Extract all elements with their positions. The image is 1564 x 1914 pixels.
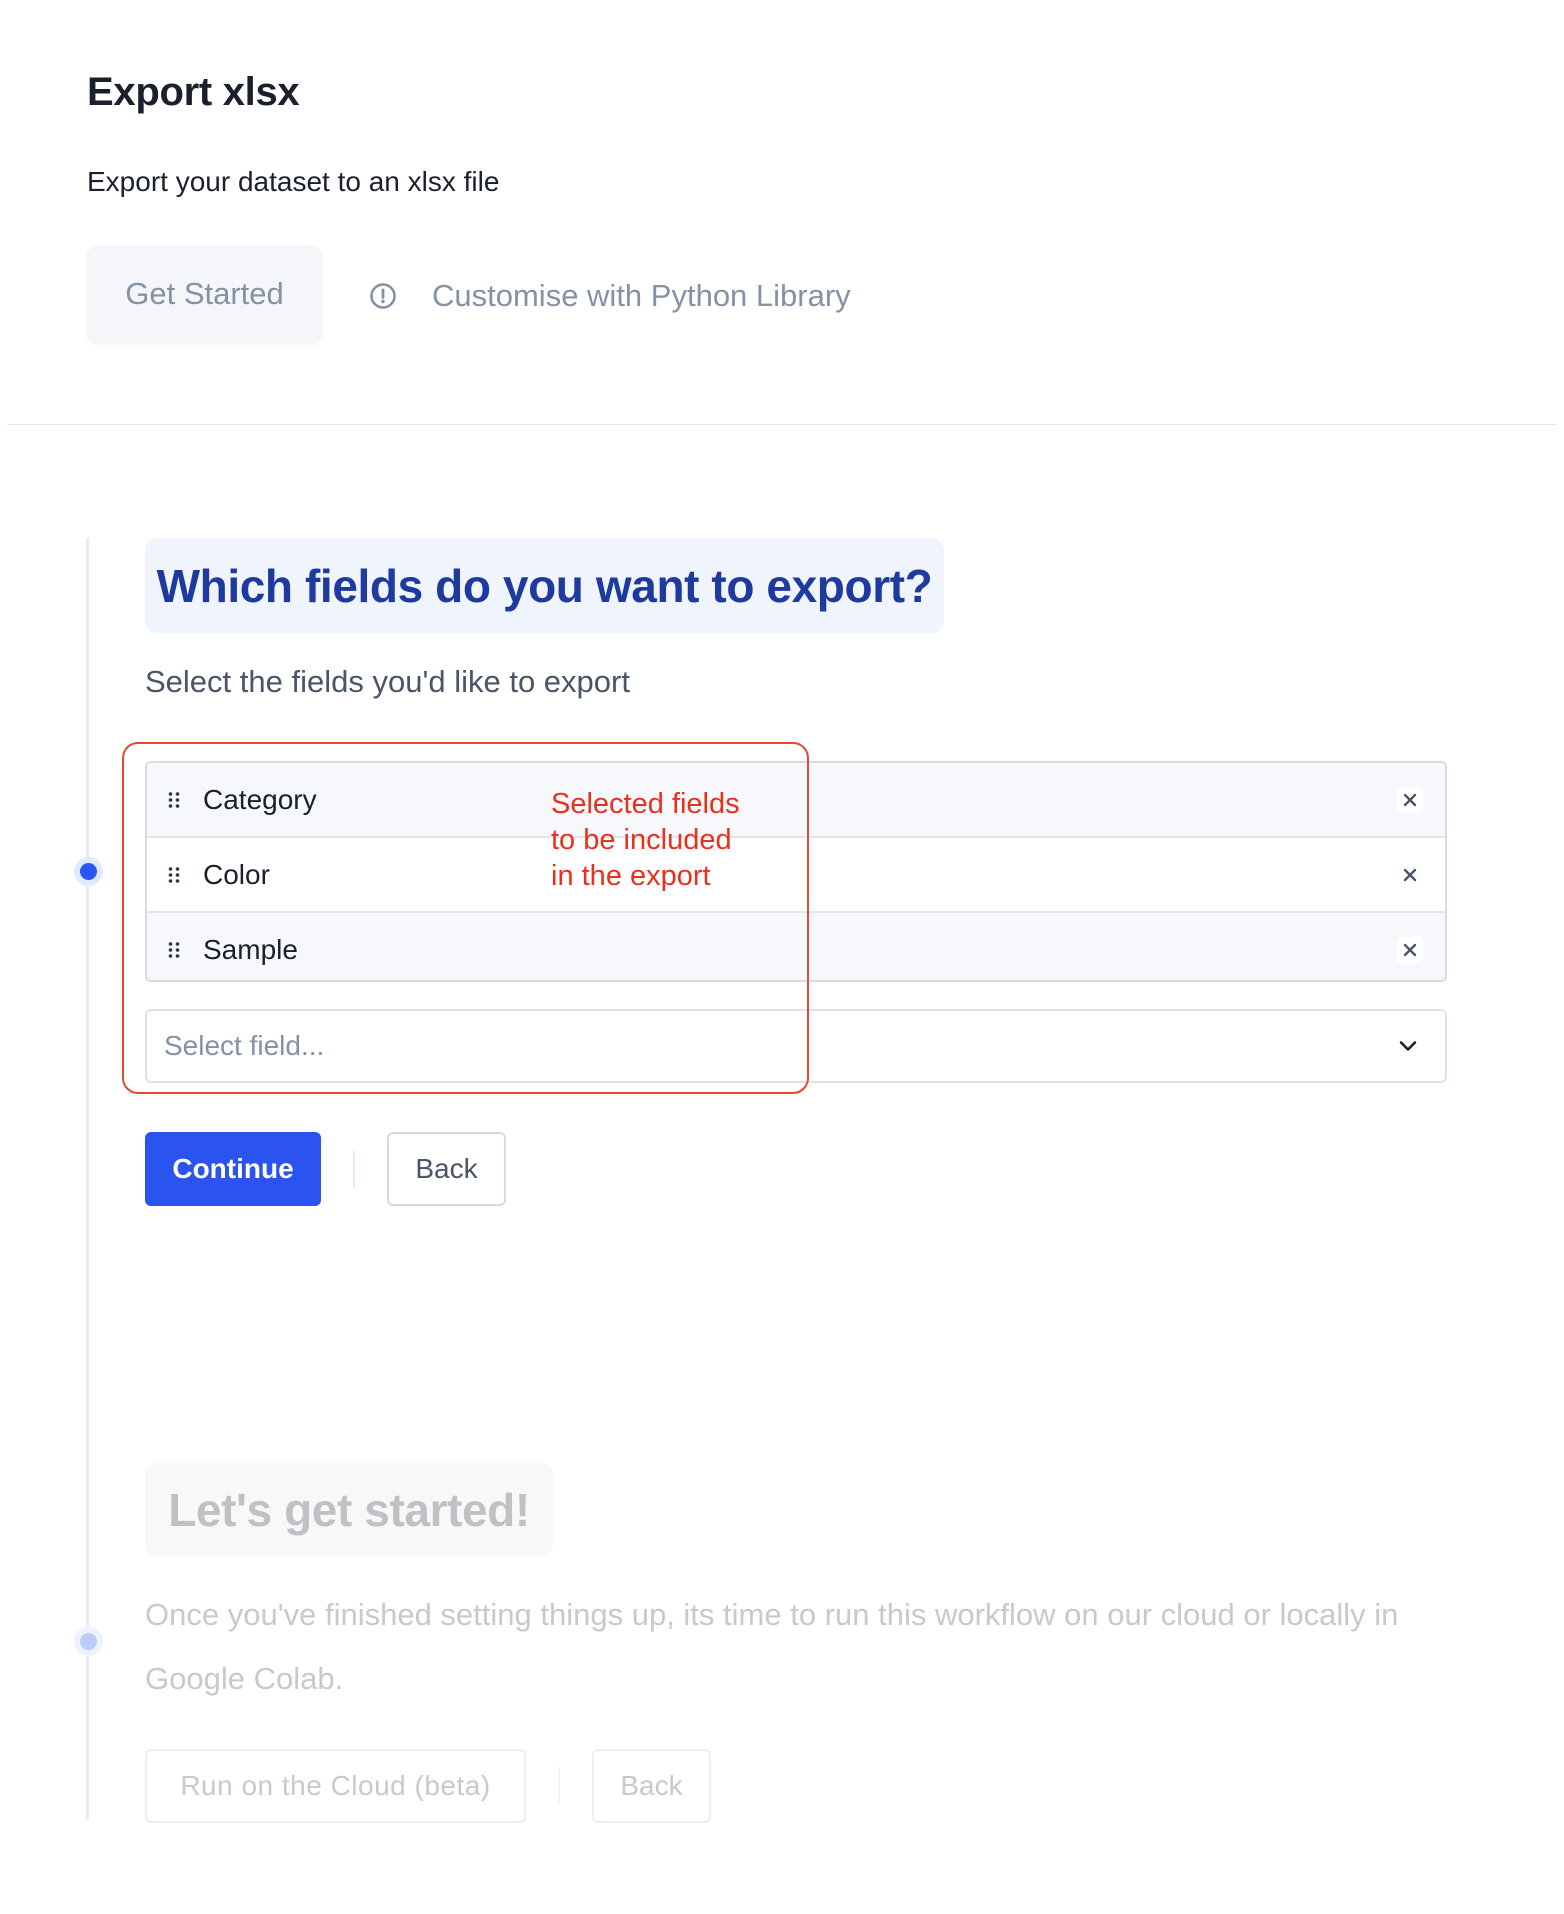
selected-field-label: Sample bbox=[203, 933, 298, 965]
back-button[interactable]: Back bbox=[387, 1132, 506, 1206]
drag-handle-icon[interactable] bbox=[167, 790, 181, 810]
tab-customise-python[interactable]: Customise with Python Library bbox=[368, 270, 851, 322]
timeline-step-active-dot bbox=[80, 863, 97, 880]
selected-fields-list: Category Color Sample bbox=[145, 761, 1447, 982]
close-icon[interactable] bbox=[1397, 786, 1423, 813]
timeline-step-inactive-dot bbox=[80, 1633, 97, 1650]
button-divider bbox=[558, 1767, 560, 1803]
back-button-disabled: Back bbox=[592, 1749, 711, 1823]
page-subtitle: Export your dataset to an xlsx file bbox=[87, 166, 500, 197]
selected-field-row[interactable]: Color bbox=[147, 838, 1445, 913]
continue-button[interactable]: Continue bbox=[145, 1132, 321, 1206]
tab-get-started-label: Get Started bbox=[125, 276, 284, 311]
close-icon[interactable] bbox=[1397, 936, 1423, 963]
select-field-placeholder: Select field... bbox=[164, 1030, 325, 1061]
info-circle-icon bbox=[368, 281, 398, 311]
button-divider bbox=[353, 1151, 355, 1187]
step-run-description: Once you've finished setting things up, … bbox=[145, 1597, 1399, 1696]
drag-handle-icon[interactable] bbox=[167, 940, 181, 960]
selected-field-label: Category bbox=[203, 783, 317, 815]
run-on-cloud-button: Run on the Cloud (beta) bbox=[145, 1749, 526, 1823]
selected-field-row[interactable]: Category bbox=[147, 763, 1445, 838]
select-field-dropdown[interactable]: Select field... bbox=[145, 1009, 1447, 1083]
selected-field-label: Color bbox=[203, 858, 270, 890]
timeline-line bbox=[86, 538, 89, 1820]
page-title: Export xlsx bbox=[87, 70, 300, 114]
step-fields-heading: Which fields do you want to export? bbox=[145, 538, 944, 633]
step-run-heading: Let's get started! bbox=[145, 1463, 553, 1557]
header-divider bbox=[7, 424, 1557, 425]
tab-get-started[interactable]: Get Started bbox=[87, 246, 322, 342]
close-icon[interactable] bbox=[1397, 861, 1423, 888]
tab-customise-python-label: Customise with Python Library bbox=[432, 278, 851, 313]
step-fields-description: Select the fields you'd like to export bbox=[145, 664, 630, 699]
selected-field-row[interactable]: Sample bbox=[147, 913, 1445, 980]
chevron-down-icon bbox=[1397, 1035, 1419, 1057]
drag-handle-icon[interactable] bbox=[167, 865, 181, 885]
